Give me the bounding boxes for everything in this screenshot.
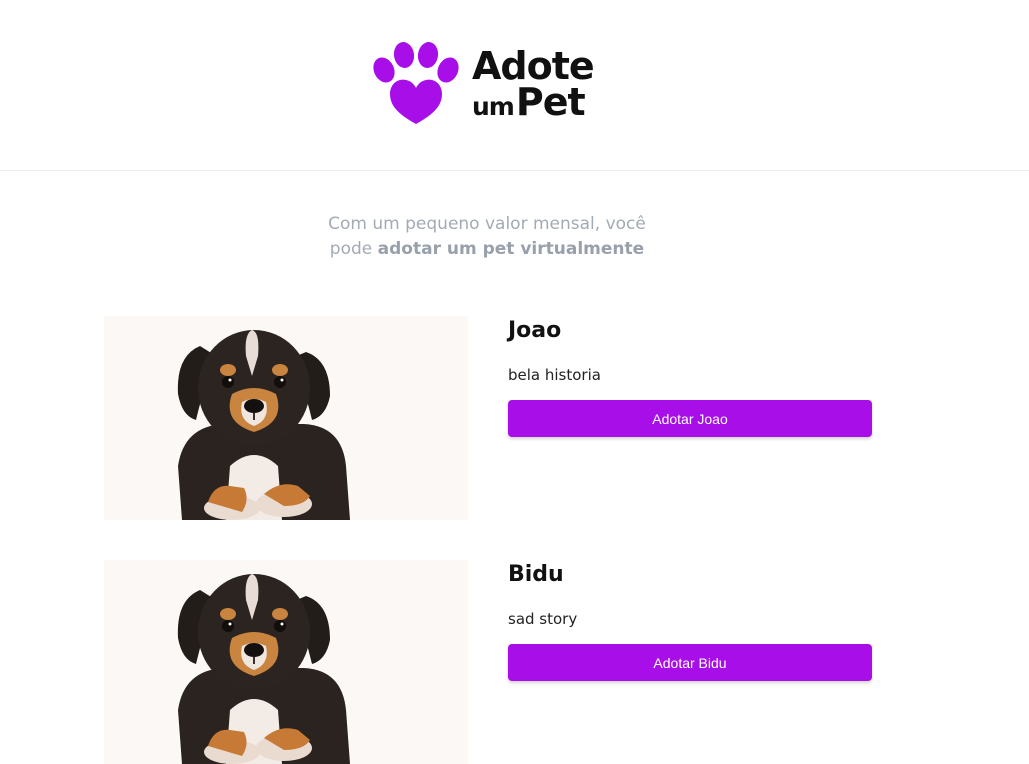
pet-story: bela historia <box>508 366 601 384</box>
pet-story: sad story <box>508 610 578 628</box>
logo-text-pet: Pet <box>515 80 586 124</box>
pet-card: Bidu sad story Adotar Bidu <box>104 560 874 764</box>
puppy-photo <box>104 560 468 764</box>
site-logo[interactable]: Adote umPet <box>372 42 612 126</box>
logo-text-um-pet: umPet <box>472 80 586 127</box>
puppy-photo <box>104 316 468 520</box>
pet-photo <box>104 316 468 520</box>
adopt-button[interactable]: Adotar Bidu <box>508 644 872 681</box>
adopt-button[interactable]: Adotar Joao <box>508 400 872 437</box>
pet-photo <box>104 560 468 764</box>
pet-name: Joao <box>508 318 562 343</box>
pet-name: Bidu <box>508 562 564 587</box>
logo-text-um: um <box>472 92 515 121</box>
tagline: Com um pequeno valor mensal, você pode a… <box>314 212 660 262</box>
pet-card: Joao bela historia Adotar Joao <box>104 316 874 520</box>
tagline-emphasis: adotar um pet virtualmente <box>377 239 645 259</box>
site-header: Adote umPet <box>0 0 1029 171</box>
paw-icon <box>372 42 462 126</box>
